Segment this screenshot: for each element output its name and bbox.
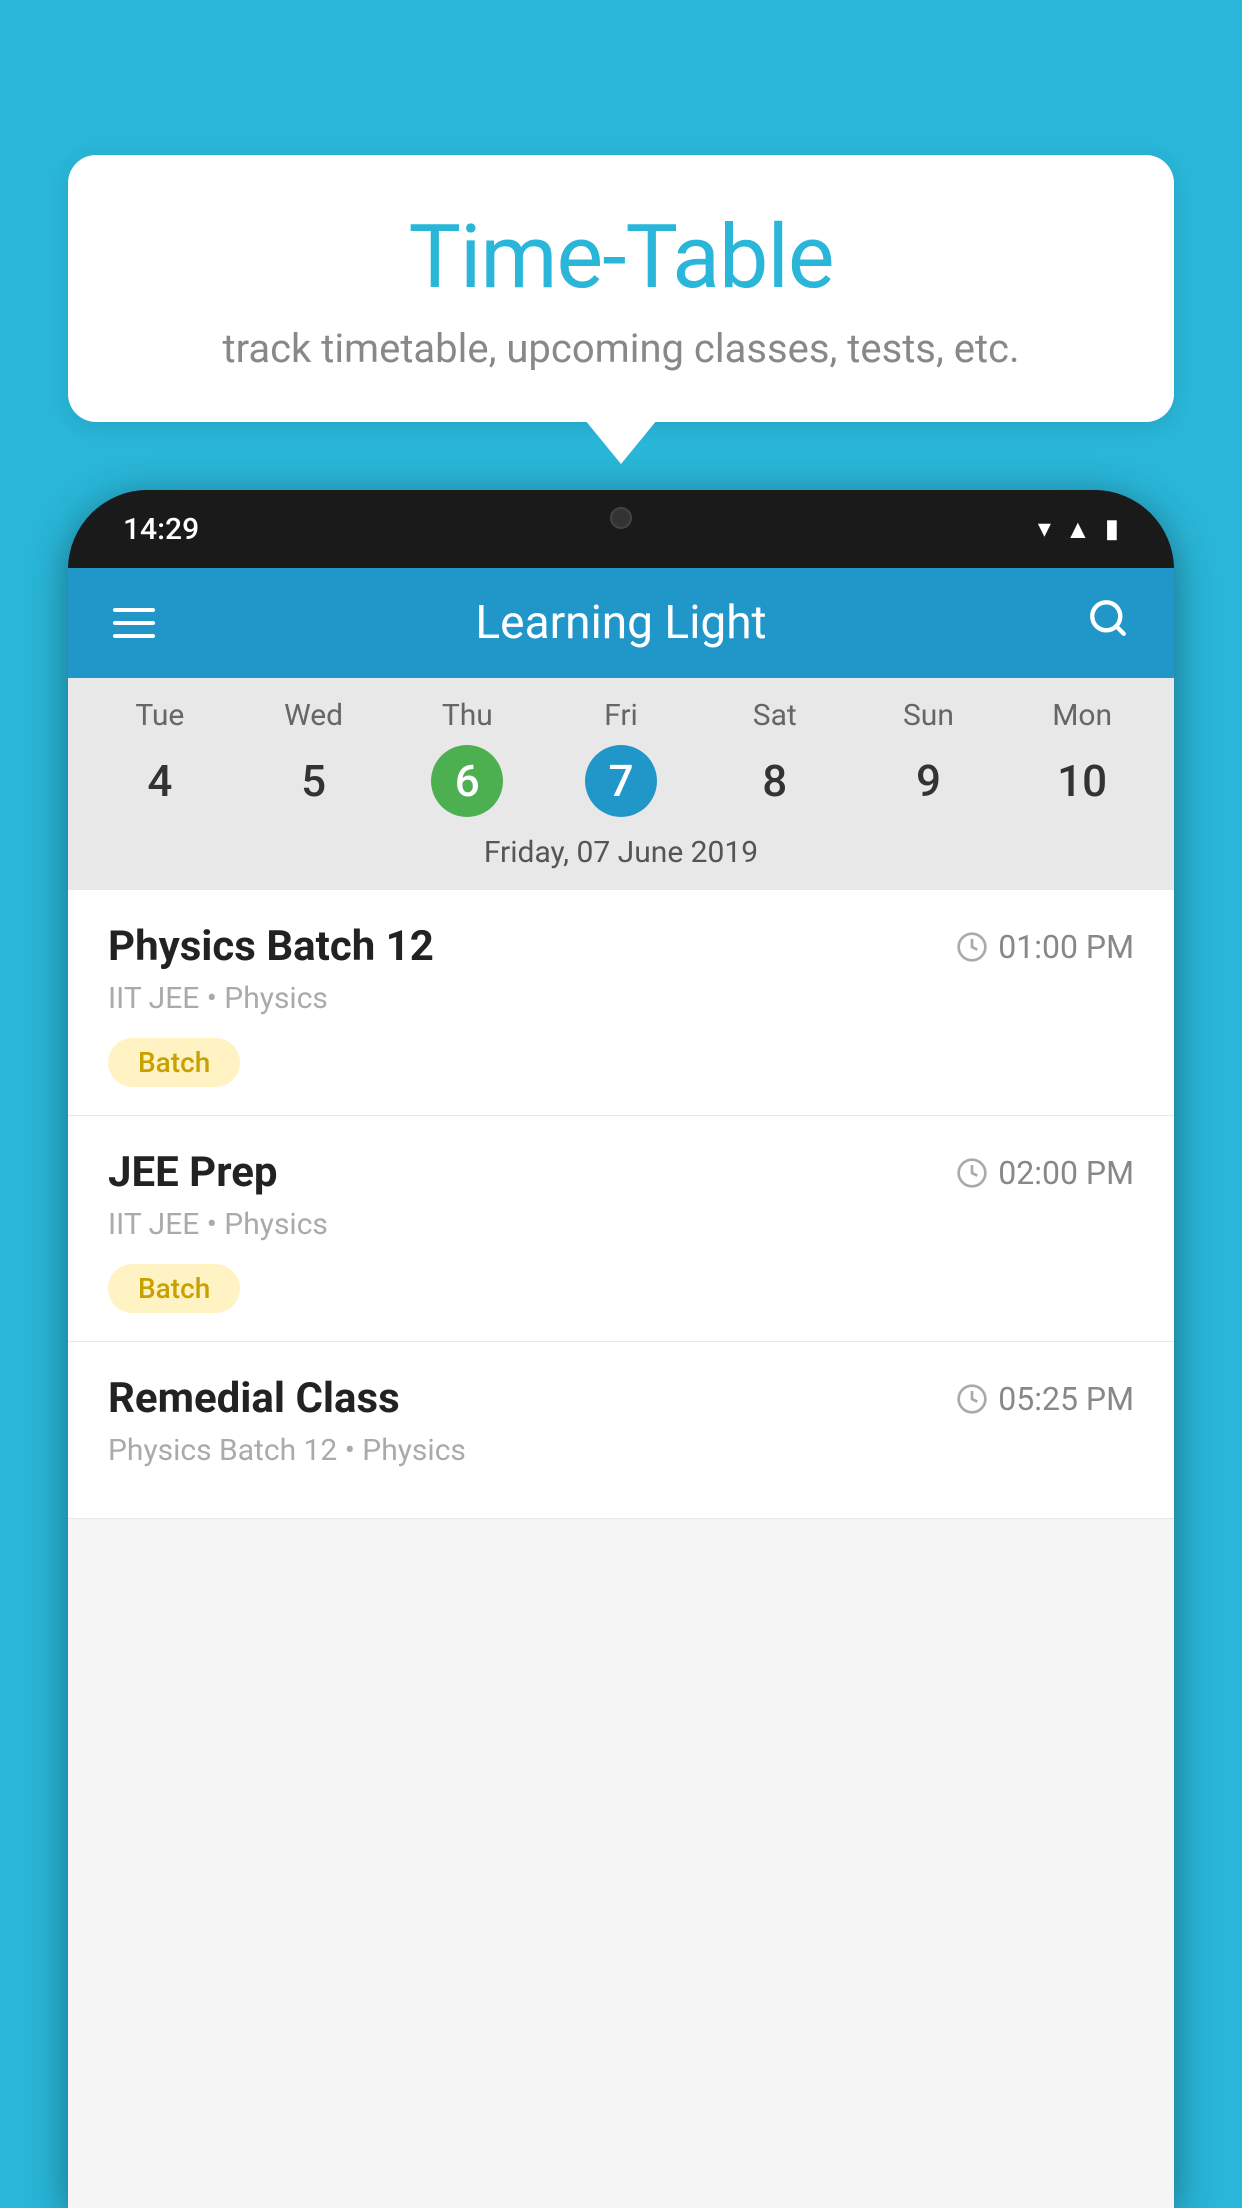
day-name: Mon	[1052, 698, 1112, 733]
app-subtitle: track timetable, upcoming classes, tests…	[128, 325, 1114, 372]
schedule-subtitle: Physics Batch 12 • Physics	[108, 1433, 1134, 1468]
schedule-title: Physics Batch 12	[108, 922, 434, 971]
status-icons: ▾ ▲ ▮	[1038, 514, 1119, 545]
schedule-title: Remedial Class	[108, 1374, 400, 1423]
phone-notch	[541, 490, 701, 545]
day-name: Sat	[753, 698, 797, 733]
phone-camera	[610, 507, 632, 529]
schedule-time: 01:00 PM	[956, 928, 1134, 966]
day-column-sat[interactable]: Sat 8	[698, 698, 852, 817]
clock-icon	[956, 1383, 988, 1415]
signal-icon: ▲	[1065, 514, 1091, 545]
wifi-icon: ▾	[1038, 514, 1051, 544]
clock-icon	[956, 931, 988, 963]
phone-frame: 14:29 ▾ ▲ ▮ Learning Light	[68, 490, 1174, 2208]
day-name: Sun	[903, 698, 954, 733]
schedule-title: JEE Prep	[108, 1148, 278, 1197]
day-name: Wed	[284, 698, 343, 733]
schedule-list: Physics Batch 12 01:00 PM IIT JEE • Physic…	[68, 890, 1174, 1519]
search-icon[interactable]	[1087, 597, 1129, 650]
status-time: 14:29	[123, 512, 199, 547]
weekdays-row: Tue 4 Wed 5 Thu 6 Fri 7 Sat 8 Sun 9 Mon 10	[68, 698, 1174, 817]
schedule-subtitle: IIT JEE • Physics	[108, 981, 1134, 1016]
day-column-wed[interactable]: Wed 5	[237, 698, 391, 817]
app-header-title: Learning Light	[475, 596, 766, 650]
day-column-tue[interactable]: Tue 4	[83, 698, 237, 817]
day-name: Thu	[442, 698, 493, 733]
batch-badge: Batch	[108, 1264, 240, 1313]
app-title-heading: Time-Table	[128, 210, 1114, 307]
schedule-subtitle: IIT JEE • Physics	[108, 1207, 1134, 1242]
day-name: Fri	[604, 698, 638, 733]
selected-date-label: Friday, 07 June 2019	[68, 817, 1174, 890]
day-column-sun[interactable]: Sun 9	[852, 698, 1006, 817]
schedule-time: 05:25 PM	[956, 1380, 1134, 1418]
schedule-item[interactable]: JEE Prep 02:00 PM IIT JEE • Physics Batch	[68, 1116, 1174, 1342]
batch-badge: Batch	[108, 1038, 240, 1087]
schedule-item[interactable]: Remedial Class 05:25 PM Physics Batch 12 •…	[68, 1342, 1174, 1519]
speech-bubble: Time-Table track timetable, upcoming cla…	[68, 155, 1174, 422]
phone-screen: Learning Light Tue4Wed5Thu6Fri7Sat8Sun9M…	[68, 568, 1174, 2208]
day-number[interactable]: 4	[124, 745, 196, 817]
day-number[interactable]: 8	[739, 745, 811, 817]
day-column-fri[interactable]: Fri 7	[544, 698, 698, 817]
schedule-item[interactable]: Physics Batch 12 01:00 PM IIT JEE • Physic…	[68, 890, 1174, 1116]
calendar-week: Tue 4 Wed 5 Thu 6 Fri 7 Sat 8 Sun 9 Mon 10 Friday, 07…	[68, 678, 1174, 890]
clock-icon	[956, 1157, 988, 1189]
day-number[interactable]: 5	[278, 745, 350, 817]
day-number[interactable]: 6	[431, 745, 503, 817]
app-header: Learning Light	[68, 568, 1174, 678]
phone-status-bar: 14:29 ▾ ▲ ▮	[68, 490, 1174, 568]
battery-icon: ▮	[1105, 514, 1119, 544]
day-number[interactable]: 10	[1046, 745, 1118, 817]
day-name: Tue	[135, 698, 184, 733]
menu-button[interactable]	[113, 608, 155, 638]
day-number[interactable]: 7	[585, 745, 657, 817]
schedule-time: 02:00 PM	[956, 1154, 1134, 1192]
day-column-thu[interactable]: Thu 6	[390, 698, 544, 817]
day-number[interactable]: 9	[892, 745, 964, 817]
day-column-mon[interactable]: Mon 10	[1005, 698, 1159, 817]
